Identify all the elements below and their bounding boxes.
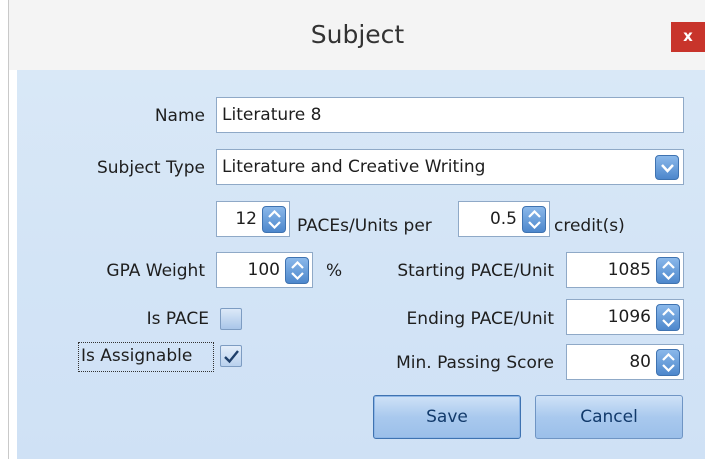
chevron-down-icon[interactable] — [268, 221, 281, 229]
spinner-buttons[interactable] — [656, 349, 680, 376]
name-label: Name — [154, 106, 205, 126]
name-input[interactable]: Literature 8 — [216, 97, 684, 133]
credit-stepper[interactable]: 0.5 — [458, 201, 550, 237]
ending-pace-value: 1096 — [607, 307, 651, 327]
spinner-buttons[interactable] — [285, 257, 309, 284]
is-pace-label: Is PACE — [146, 309, 209, 329]
gpa-weight-stepper[interactable]: 100 — [216, 252, 313, 288]
chevron-up-icon[interactable] — [528, 210, 541, 218]
close-button[interactable]: x — [671, 22, 705, 52]
credit-value: 0.5 — [489, 209, 517, 229]
is-pace-checkbox[interactable] — [220, 308, 242, 330]
ending-pace-stepper[interactable]: 1096 — [566, 299, 684, 335]
subject-type-value: Literature and Creative Writing — [222, 157, 486, 177]
chevron-down-icon[interactable] — [662, 364, 675, 372]
chevron-down-icon[interactable] — [291, 272, 304, 280]
is-assignable-checkbox[interactable] — [220, 345, 242, 367]
cancel-button[interactable]: Cancel — [535, 395, 683, 439]
save-button[interactable]: Save — [373, 395, 521, 439]
subject-type-dropdown[interactable]: Literature and Creative Writing — [216, 149, 684, 185]
form-panel: Name Literature 8 Subject Type Literatur… — [17, 70, 705, 459]
min-passing-value: 80 — [629, 352, 651, 372]
chevron-down-icon[interactable] — [655, 155, 679, 180]
spinner-buttons[interactable] — [656, 304, 680, 331]
chevron-up-icon[interactable] — [291, 261, 304, 269]
gpa-weight-value: 100 — [247, 260, 280, 280]
chevron-up-icon[interactable] — [662, 353, 675, 361]
chevron-up-icon[interactable] — [662, 308, 675, 316]
gpa-weight-label: GPA Weight — [106, 261, 205, 281]
checkmark-icon — [224, 350, 239, 364]
spinner-buttons[interactable] — [522, 206, 546, 233]
starting-pace-stepper[interactable]: 1085 — [566, 252, 684, 288]
min-passing-label: Min. Passing Score — [396, 353, 554, 373]
starting-pace-value: 1085 — [607, 260, 651, 280]
title-bar: Subject x — [9, 0, 705, 70]
credit-label: credit(s) — [554, 216, 625, 236]
is-assignable-label: Is Assignable — [81, 346, 193, 366]
min-passing-stepper[interactable]: 80 — [566, 344, 684, 380]
chevron-up-icon[interactable] — [268, 210, 281, 218]
spinner-buttons[interactable] — [262, 206, 286, 233]
ending-pace-label: Ending PACE/Unit — [406, 309, 554, 329]
starting-pace-label: Starting PACE/Unit — [397, 261, 554, 281]
chevron-up-icon[interactable] — [662, 261, 675, 269]
subject-type-label: Subject Type — [96, 158, 205, 178]
subject-dialog: Subject x Name Literature 8 Subject Type… — [8, 0, 705, 459]
chevron-down-icon[interactable] — [662, 319, 675, 327]
spinner-buttons[interactable] — [656, 257, 680, 284]
paces-count-stepper[interactable]: 12 — [216, 201, 290, 237]
paces-per-label: PACEs/Units per — [297, 216, 432, 236]
name-value: Literature 8 — [222, 105, 322, 125]
paces-count-value: 12 — [235, 209, 257, 229]
chevron-down-icon[interactable] — [662, 272, 675, 280]
dialog-title: Subject — [310, 20, 405, 49]
chevron-down-icon[interactable] — [528, 221, 541, 229]
